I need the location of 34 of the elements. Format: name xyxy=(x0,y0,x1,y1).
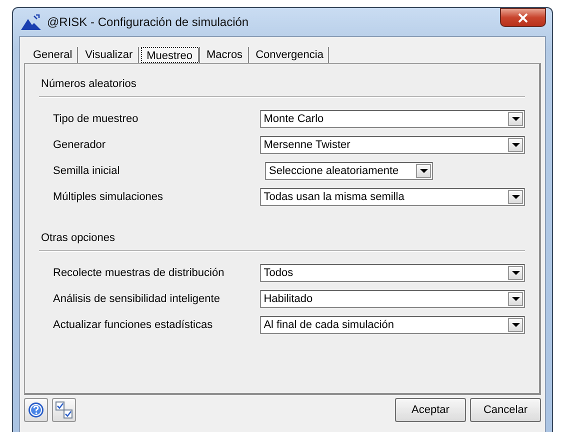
field-label: Múltiples simulaciones xyxy=(53,191,164,203)
field-label: Recolecte muestras de distribución xyxy=(53,267,226,279)
dropdown[interactable]: Todos xyxy=(260,264,525,282)
help-button[interactable] xyxy=(24,398,48,422)
dropdown[interactable]: Al final de cada simulación xyxy=(260,316,525,334)
field-label: Tipo de muestreo xyxy=(53,113,140,125)
caret-icon xyxy=(512,271,520,275)
window-title: @RISK - Configuración de simulación xyxy=(47,15,250,29)
caret-icon xyxy=(512,297,520,301)
caret-icon xyxy=(512,195,520,199)
caret-icon xyxy=(420,169,428,173)
help-icon xyxy=(28,402,44,418)
dropdown[interactable]: Seleccione aleatoriamente xyxy=(265,162,433,180)
section-heading: Otras opciones xyxy=(40,232,116,246)
field-label: Semilla inicial xyxy=(53,165,121,177)
dropdown[interactable]: Todas usan la misma semilla xyxy=(260,188,525,206)
app-icon xyxy=(21,14,41,30)
close-icon xyxy=(518,12,528,22)
field-label: Análisis de sensibilidad inteligente xyxy=(53,293,221,305)
dropdown[interactable]: Habilitado xyxy=(260,290,525,308)
tab[interactable]: Muestreo xyxy=(140,47,200,63)
caret-icon xyxy=(512,323,520,327)
toggle-button[interactable] xyxy=(52,398,76,422)
dropdown[interactable]: Monte Carlo xyxy=(260,110,525,128)
dialog-button[interactable]: Aceptar xyxy=(395,398,466,422)
section-heading: Números aleatorios xyxy=(40,78,138,92)
field-label: Actualizar funciones estadísticas xyxy=(53,319,214,331)
dialog-button[interactable]: Cancelar xyxy=(470,398,541,422)
dropdown[interactable]: Mersenne Twister xyxy=(260,136,525,154)
checkbox-icon xyxy=(55,401,73,419)
caret-icon xyxy=(512,117,520,121)
close-button[interactable] xyxy=(500,8,546,27)
caret-icon xyxy=(512,143,520,147)
field-label: Generador xyxy=(53,139,107,151)
